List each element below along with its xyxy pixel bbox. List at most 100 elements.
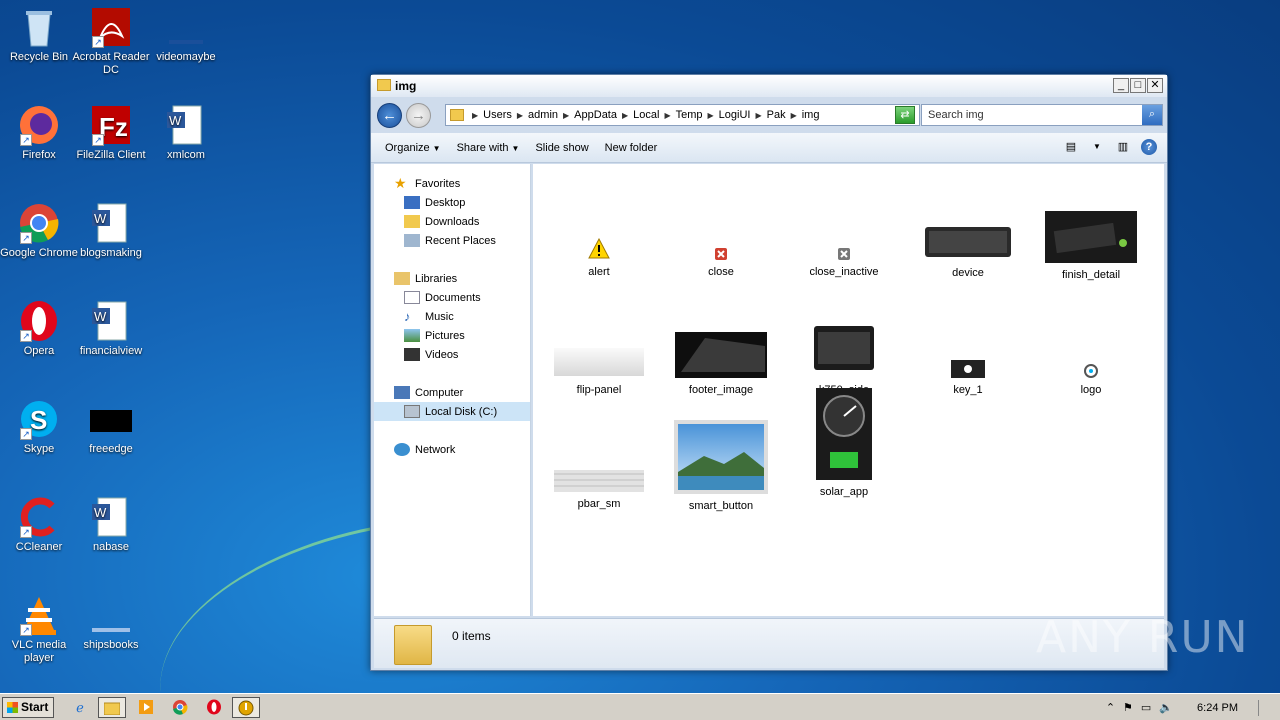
nav-libraries[interactable]: Libraries [374,269,530,288]
nav-label: Documents [425,291,481,304]
desktop-icon-vlc[interactable]: ↗ VLC media player [0,594,78,665]
preview-pane-icon[interactable]: ▥ [1115,139,1131,155]
breadcrumb-temp[interactable]: Temp [676,109,703,121]
word-doc-icon: W [90,202,132,244]
nav-pictures[interactable]: Pictures [374,326,530,345]
breadcrumb-appdata[interactable]: AppData [574,109,617,121]
file-item[interactable]: finish_detail [1041,211,1141,281]
nav-desktop[interactable]: Desktop [374,193,530,212]
desktop-icon-chrome[interactable]: ↗ Google Chrome [0,202,78,260]
chevron-right-icon: ▶ [664,110,671,120]
forward-button[interactable]: → [406,103,431,128]
breadcrumb-local[interactable]: Local [633,109,659,121]
nav-music[interactable]: ♪ Music [374,307,530,326]
blank-file-icon [90,594,132,636]
nav-favorites[interactable]: ★ Favorites [374,174,530,193]
desktop-icon-nabase[interactable]: W nabase [72,496,150,554]
desktop-icon-opera[interactable]: ↗ Opera [0,300,78,358]
nav-network[interactable]: Network [374,440,530,459]
desktop-icon-xmlcom[interactable]: W xmlcom [147,104,225,162]
nav-label: Recent Places [425,234,496,247]
desktop-icon-ccleaner[interactable]: ↗ CCleaner [0,496,78,554]
change-view-icon[interactable]: ▤ [1063,139,1079,155]
internet-explorer-icon[interactable]: ℯ [66,697,94,718]
file-name: close_inactive [809,266,879,278]
file-explorer-icon[interactable] [98,697,126,718]
new-folder-button[interactable]: New folder [605,142,658,154]
address-bar[interactable]: ▶ Users ▶ admin ▶ AppData ▶ Local ▶ Temp ▶ Lo… [445,104,920,126]
file-item[interactable]: device [918,221,1018,279]
file-item[interactable]: smart_button [671,420,771,512]
file-item[interactable]: close [671,248,771,278]
nav-videos[interactable]: Videos [374,345,530,364]
share-with-label: Share with [456,141,509,154]
file-item[interactable]: logo [1041,364,1141,396]
desktop-icon-label: Firefox [22,149,56,161]
desktop-icon-label: CCleaner [15,541,63,553]
show-desktop-button[interactable] [1258,699,1270,716]
breadcrumb-users[interactable]: Users [483,109,512,121]
back-button[interactable]: ← [377,103,402,128]
nav-computer[interactable]: Computer [374,383,530,402]
desktop-icon-label: Acrobat Reader DC [72,51,150,76]
desktop-icon [404,196,420,209]
share-with-button[interactable]: Share with ▼ [457,142,520,154]
breadcrumb-logiui[interactable]: LogiUI [719,109,751,121]
desktop-icon-firefox[interactable]: ↗ Firefox [0,104,78,162]
breadcrumb-pak[interactable]: Pak [767,109,786,121]
volume-icon[interactable]: 🔈 [1159,701,1173,714]
desktop-icon-recycle-bin[interactable]: Recycle Bin [0,6,78,64]
search-input[interactable]: Search img ⌕ [921,104,1163,126]
media-player-icon[interactable] [132,697,160,718]
refresh-button[interactable]: ⇄ [895,106,915,124]
desktop-icon-freeedge[interactable]: freeedge [72,398,150,456]
desktop-icon-acrobat[interactable]: ↗ Acrobat Reader DC [72,6,150,77]
solar-app-image-icon [816,388,872,480]
logo-image-icon [1084,364,1098,378]
file-item[interactable]: footer_image [671,332,771,396]
desktop-icon-filezilla[interactable]: Fz ↗ FileZilla Client [72,104,150,162]
desktop-icon-videomaybe[interactable]: videomaybe [147,6,225,64]
hard-drive-icon [404,405,420,418]
view-options-chevron-icon[interactable]: ▼ [1089,139,1105,155]
clock[interactable]: 6:24 PM [1197,702,1238,714]
breadcrumb-admin[interactable]: admin [528,109,558,121]
action-center-flag-icon[interactable]: ⚑ [1123,701,1133,714]
organize-button[interactable]: Organize ▼ [385,142,441,154]
file-item[interactable]: k750_side [794,320,894,396]
show-hidden-icons-icon[interactable]: ⌃ [1106,701,1115,714]
file-item[interactable]: solar_app [794,388,894,498]
desktop-icon-shipsbooks[interactable]: shipsbooks [72,594,150,652]
file-item[interactable]: pbar_sm [549,470,649,510]
file-item[interactable]: key_1 [918,360,1018,396]
chrome-icon[interactable] [166,697,194,718]
app-warning-icon[interactable] [232,697,260,718]
nav-recent-places[interactable]: Recent Places [374,231,530,250]
navigation-pane: ★ Favorites Desktop Downloads Recent Plac… [374,164,531,616]
file-item[interactable]: flip-panel [549,348,649,396]
title-bar[interactable]: img _ □ ✕ [371,75,1167,97]
desktop-icon-blogsmaking[interactable]: W blogsmaking [72,202,150,260]
slide-show-button[interactable]: Slide show [535,142,588,154]
start-button[interactable]: Start [2,697,54,718]
music-icon: ♪ [404,309,411,324]
nav-label: Downloads [425,215,480,228]
search-icon[interactable]: ⌕ [1142,105,1162,125]
nav-local-disk[interactable]: Local Disk (C:) [374,402,530,421]
desktop-icon-financialview[interactable]: W financialview [72,300,150,358]
minimize-button[interactable]: _ [1113,78,1129,93]
nav-documents[interactable]: Documents [374,288,530,307]
maximize-button[interactable]: □ [1130,78,1146,93]
desktop-icon-skype[interactable]: S ↗ Skype [0,398,78,456]
breadcrumb-img[interactable]: img [802,109,820,121]
network-tray-icon[interactable]: ▭ [1141,701,1151,714]
file-item[interactable]: alert [549,237,649,278]
opera-icon[interactable] [200,697,228,718]
close-button[interactable]: ✕ [1147,78,1163,93]
nav-downloads[interactable]: Downloads [374,212,530,231]
help-icon[interactable]: ? [1141,139,1157,155]
file-item[interactable]: close_inactive [794,248,894,278]
blank-file-icon [165,6,207,48]
nav-label: Computer [415,386,464,399]
word-doc-icon: W [90,496,132,538]
